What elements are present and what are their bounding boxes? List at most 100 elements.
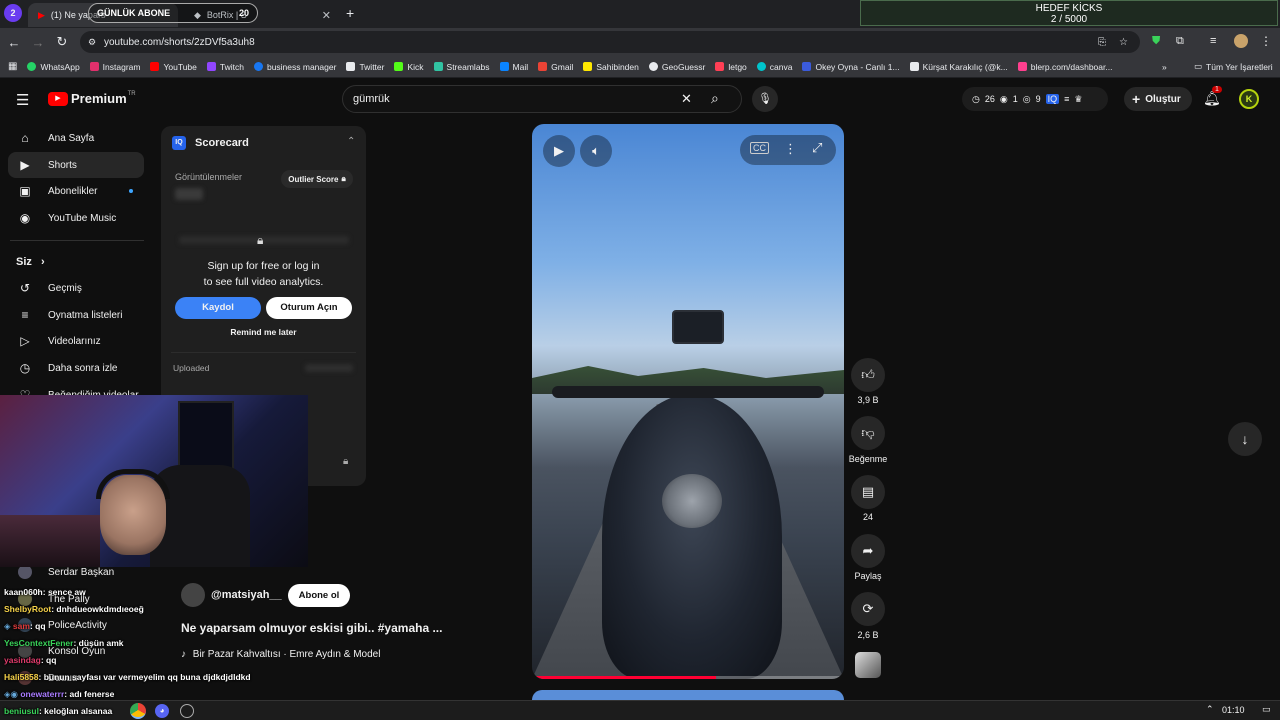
bookmark-blerp[interactable]: blerp.com/dashboar... (1017, 62, 1112, 72)
reload-icon[interactable]: ↻ (50, 34, 74, 50)
sidebar-you-heading[interactable]: Siz › (16, 256, 45, 268)
login-button[interactable]: Oturum Açın (266, 297, 352, 319)
address-bar[interactable]: ⚙ youtube.com/shorts/2zDVf5a3uh8 ⎘ ☆ (80, 31, 1140, 53)
chat-text: : qq (29, 621, 46, 631)
video-progress-track[interactable] (532, 676, 844, 679)
play-button[interactable]: ▶ (543, 135, 575, 167)
more-options-icon[interactable]: ⋮ (784, 141, 797, 157)
bookmark-letgo[interactable]: letgo (715, 62, 747, 72)
bookmark-tiktok[interactable]: Kürşat Karakılıç (@k... (909, 62, 1008, 72)
youtube-logo[interactable]: ▶ Premium TR (48, 91, 136, 106)
new-tab-button[interactable]: + (346, 5, 354, 21)
bookmark-twitch[interactable]: Twitch (206, 62, 244, 72)
share-button[interactable]: ➦ (851, 534, 885, 568)
bookmark-okey[interactable]: Okey Oyna - Canlı 1... (802, 62, 900, 72)
discord-taskbar-icon[interactable]: ◕ (155, 704, 169, 718)
remind-later-link[interactable]: Remind me later (161, 327, 366, 337)
bookmark-kick[interactable]: Kick (394, 62, 424, 72)
apps-grid-icon[interactable]: ▦ (8, 61, 17, 72)
notifications-button[interactable]: 🔔︎ 1 (1203, 86, 1222, 107)
all-bookmarks[interactable]: ▭ Tüm Yer İşaretleri (1194, 61, 1273, 72)
mute-button[interactable]: 🔈︎ (580, 135, 612, 167)
bookmark-gmail[interactable]: Gmail (538, 62, 573, 72)
music-row[interactable]: ♪ Bir Pazar Kahvaltısı · Emre Aydın & Mo… (181, 649, 380, 660)
voice-search-button[interactable]: 🎙 (752, 86, 778, 112)
bookmark-youtube[interactable]: YouTube (150, 62, 197, 72)
next-video-button[interactable]: ↓ (1228, 422, 1262, 456)
sidebar-item-your-videos[interactable]: ▷ Videolarınız (8, 328, 144, 354)
forward-icon[interactable]: → (26, 35, 50, 50)
sound-thumbnail[interactable] (855, 652, 881, 678)
list-icon[interactable]: ≡ (1064, 94, 1069, 104)
like-button[interactable]: 👍︎ (851, 358, 885, 392)
outlier-score-chip[interactable]: Outlier Score 🔒︎ (281, 170, 353, 188)
search-icon[interactable]: ⌕ (711, 90, 719, 107)
extension-icon[interactable]: ⛊ (1152, 35, 1160, 48)
subscribe-button[interactable]: Abone ol (287, 583, 351, 607)
plus-icon: + (1132, 91, 1141, 107)
music-icon: ◉ (19, 211, 31, 225)
sidebar-item-subscriptions[interactable]: ▣ Abonelikler (8, 178, 144, 204)
x-twitter-icon (346, 62, 356, 71)
vidiq-icon[interactable]: IQ (1045, 94, 1060, 104)
app-taskbar-icon[interactable] (180, 704, 194, 718)
clear-search-icon[interactable]: ✕ (681, 91, 692, 107)
install-app-icon[interactable]: ⎘ (1098, 37, 1106, 48)
bookmark-twitter[interactable]: Twitter (346, 62, 384, 72)
arrow-down-icon: ↓ (1241, 431, 1249, 447)
bookmark-geoguessr[interactable]: GeoGuessr (648, 62, 705, 72)
remix-button[interactable]: ⟳ (851, 592, 885, 626)
all-bookmarks-label: Tüm Yer İşaretleri (1206, 61, 1273, 72)
bookmark-business-manager[interactable]: business manager (253, 62, 336, 72)
clock[interactable]: 01:10 (1222, 705, 1245, 715)
sidebar-item-watch-later[interactable]: ◷ Daha sonra izle (8, 355, 144, 381)
sidebar-item-home[interactable]: ⌂ Ana Sayfa (8, 125, 144, 151)
media-control-icon[interactable]: ≡ (1210, 35, 1216, 47)
sidebar-item-history[interactable]: ↺ Geçmiş (8, 275, 144, 301)
extensions-puzzle-icon[interactable]: ⧉ (1176, 35, 1184, 48)
chat-message: ShelbyRoot: dnhdueowkdmdıeoeğ (4, 604, 144, 614)
bookmark-mail[interactable]: Mail (499, 62, 528, 72)
captions-icon[interactable]: CC (750, 142, 769, 154)
menu-hamburger-icon[interactable]: ☰ (16, 91, 29, 109)
notification-tray-icon[interactable]: ▭ (1262, 704, 1271, 715)
browser-menu-icon[interactable]: ⋮ (1260, 34, 1272, 48)
channel-name[interactable]: @matsiyah__ (211, 589, 282, 601)
bookmark-star-icon[interactable]: ☆ (1119, 37, 1128, 48)
bookmark-streamlabs[interactable]: Streamlabs (433, 62, 490, 72)
site-info-icon[interactable]: ⚙ (88, 37, 96, 48)
bookmark-canva[interactable]: canva (756, 62, 792, 72)
create-button[interactable]: + Oluştur (1124, 87, 1192, 111)
sidebar-item-playlists[interactable]: ≡ Oynatma listeleri (8, 302, 144, 328)
sidebar-item-music[interactable]: ◉ YouTube Music (8, 205, 144, 231)
tray-chevron-icon[interactable]: ⌃ (1206, 704, 1214, 715)
profile-avatar-icon[interactable] (1234, 34, 1248, 48)
channel-avatar[interactable] (181, 583, 205, 607)
chrome-taskbar-icon[interactable] (130, 703, 146, 719)
more-bookmarks-icon[interactable]: » (1162, 62, 1167, 72)
trophy-icon[interactable]: ♛ (1074, 94, 1082, 105)
back-icon[interactable]: ← (2, 35, 26, 50)
thumbs-up-icon: 👍︎ (861, 367, 875, 382)
search-input[interactable]: gümrük ✕ ⌕ (342, 85, 742, 113)
bookmark-sahibinden[interactable]: Sahibinden (583, 62, 639, 72)
fullscreen-icon[interactable]: ⤢ (812, 140, 822, 156)
bookmarks-bar: ▦ WhatsApp Instagram YouTube Twitch busi… (0, 56, 1280, 78)
comments-button[interactable]: ▤ (851, 475, 885, 509)
short-video-player[interactable]: ▶ 🔈︎ CC ⋮ ⤢ (532, 124, 844, 679)
collapse-chevron-icon[interactable]: ⌃ (347, 136, 355, 147)
instagram-icon (89, 62, 99, 71)
tab-botrix[interactable]: ◆ BotRix | S ✕ (184, 3, 339, 27)
sidebar-item-shorts[interactable]: ▶ Shorts (8, 152, 144, 178)
sidebar-item-label: Videolarınız (48, 335, 101, 347)
dislike-button[interactable]: 👎︎ (851, 416, 885, 450)
uploaded-label: Uploaded (173, 363, 210, 373)
avatar[interactable]: K (1239, 89, 1259, 109)
bookmark-whatsapp[interactable]: WhatsApp (27, 62, 80, 72)
lock-icon: 🔒︎ (341, 174, 346, 183)
next-short-preview[interactable] (532, 690, 844, 700)
signup-button[interactable]: Kaydol (175, 297, 261, 319)
bookmark-instagram[interactable]: Instagram (89, 62, 140, 72)
close-tab-icon[interactable]: ✕ (322, 9, 331, 22)
stat-value: 1 (1012, 94, 1018, 104)
